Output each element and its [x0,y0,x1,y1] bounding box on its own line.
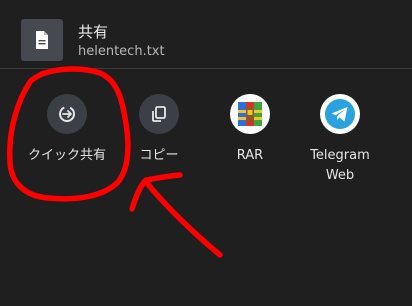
divider [0,68,412,69]
document-icon [36,31,48,49]
copy-icon [139,94,179,134]
share-target-label: RAR [236,148,264,163]
share-target-telegram-web[interactable]: Telegram Web [300,94,380,186]
share-target-copy[interactable]: コピー [119,94,199,166]
share-target-rar[interactable]: RAR [210,94,290,166]
rar-app-icon [230,94,270,134]
share-target-label: Telegram Web [310,148,370,183]
quick-share-icon [47,94,87,134]
share-targets: クイック共有 コピー RAR Telegram Web [0,70,412,210]
sheet-title: 共有 [78,23,109,41]
telegram-icon [320,94,360,134]
share-sheet-header: 共有 helentech.txt [0,0,412,64]
share-target-label: コピー [139,148,179,163]
share-target-quick-share[interactable]: クイック共有 [27,94,107,166]
share-target-label: クイック共有 [27,148,106,163]
share-sheet: 共有 helentech.txt クイック共有 コピー RAR Telegram… [0,0,412,306]
file-name: helentech.txt [78,44,165,59]
file-thumbnail [21,19,63,61]
